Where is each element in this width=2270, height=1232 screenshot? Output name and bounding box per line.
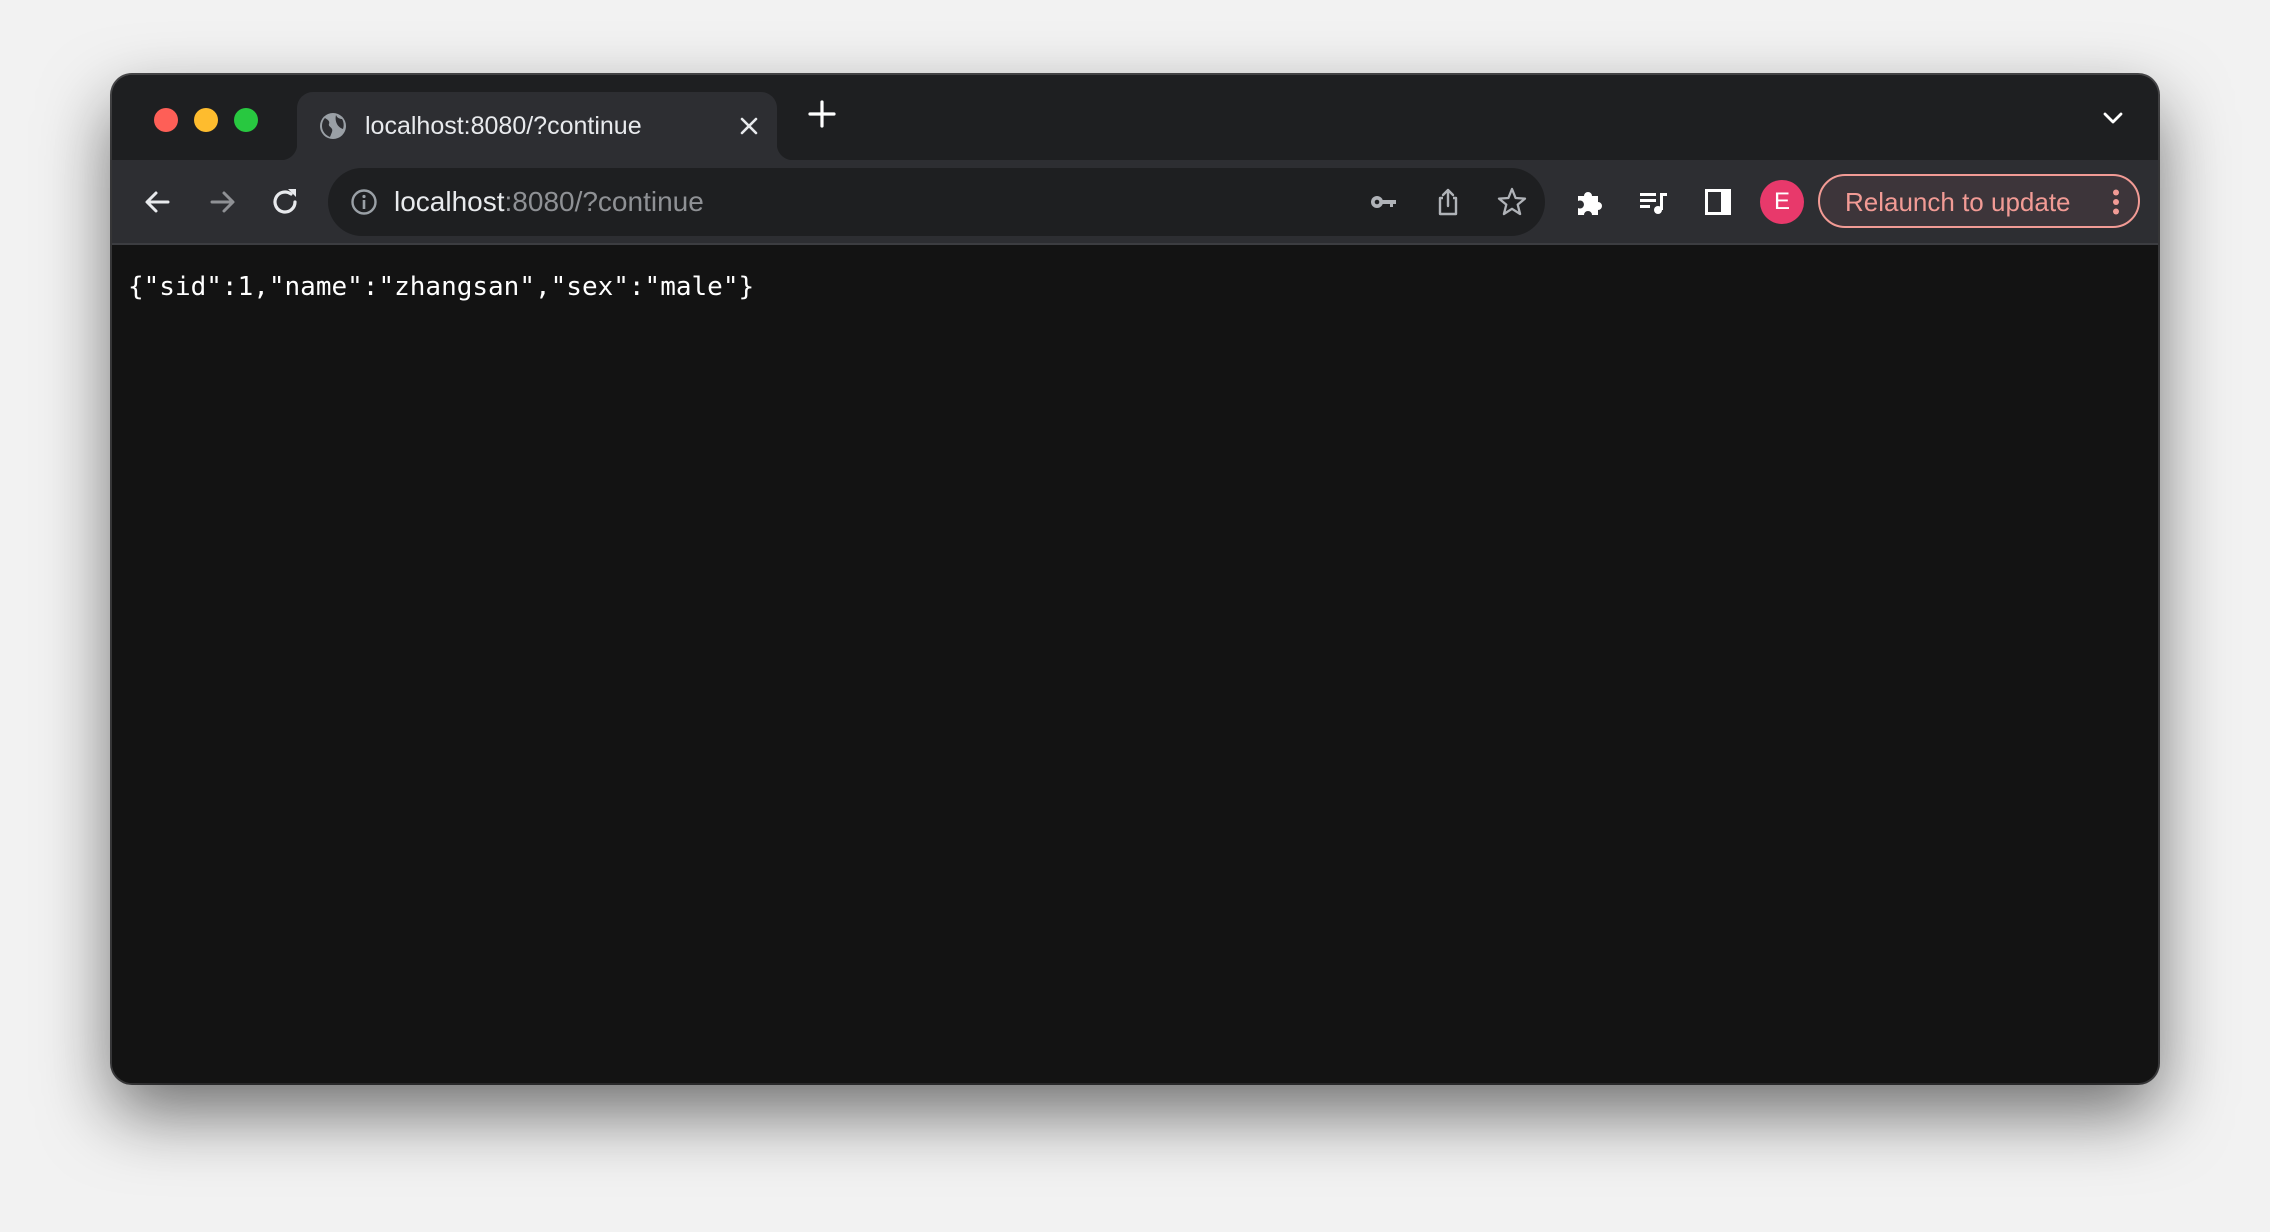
reload-icon[interactable] <box>267 184 303 220</box>
chevron-down-icon[interactable] <box>2100 105 2126 131</box>
arrow-left-icon[interactable] <box>112 184 142 220</box>
page-content: {"sid":1,"name":"zhangsan","sex":"male"} <box>112 245 2158 1083</box>
puzzle-icon[interactable] <box>1572 184 1608 220</box>
toolbar: localhost:8080/?continue E Relaunch to u… <box>112 160 2158 245</box>
plus-icon[interactable] <box>807 99 837 129</box>
url-text[interactable]: localhost:8080/?continue <box>394 186 704 218</box>
close-icon[interactable] <box>737 114 761 138</box>
side-panel-icon[interactable] <box>1700 184 1736 220</box>
arrow-right-icon[interactable] <box>204 184 240 220</box>
media-queue-icon[interactable] <box>1636 184 1672 220</box>
browser-window: localhost:8080/?continue localhost:8080/… <box>112 75 2158 1083</box>
profile-avatar[interactable]: E <box>1760 180 1804 224</box>
share-icon[interactable] <box>1432 186 1464 218</box>
relaunch-label: Relaunch to update <box>1845 187 2071 217</box>
info-icon[interactable] <box>350 188 378 216</box>
address-bar[interactable]: localhost:8080/?continue <box>328 168 1545 236</box>
relaunch-to-update-button[interactable]: Relaunch to update <box>1818 174 2140 228</box>
window-zoom-button[interactable] <box>234 108 258 132</box>
back-button[interactable] <box>140 184 176 220</box>
json-response-text: {"sid":1,"name":"zhangsan","sex":"male"} <box>128 272 755 302</box>
window-close-button[interactable] <box>154 108 178 132</box>
tab-title: localhost:8080/?continue <box>365 112 642 140</box>
url-path: :8080/?continue <box>504 186 704 217</box>
url-host: localhost <box>394 186 505 217</box>
tab-strip: localhost:8080/?continue <box>112 75 2158 160</box>
star-icon[interactable] <box>1496 186 1528 218</box>
key-icon[interactable] <box>1368 186 1400 218</box>
globe-icon <box>320 113 346 139</box>
kebab-menu-icon[interactable] <box>2112 189 2120 215</box>
tab-active[interactable]: localhost:8080/?continue <box>281 92 793 160</box>
window-minimize-button[interactable] <box>194 108 218 132</box>
